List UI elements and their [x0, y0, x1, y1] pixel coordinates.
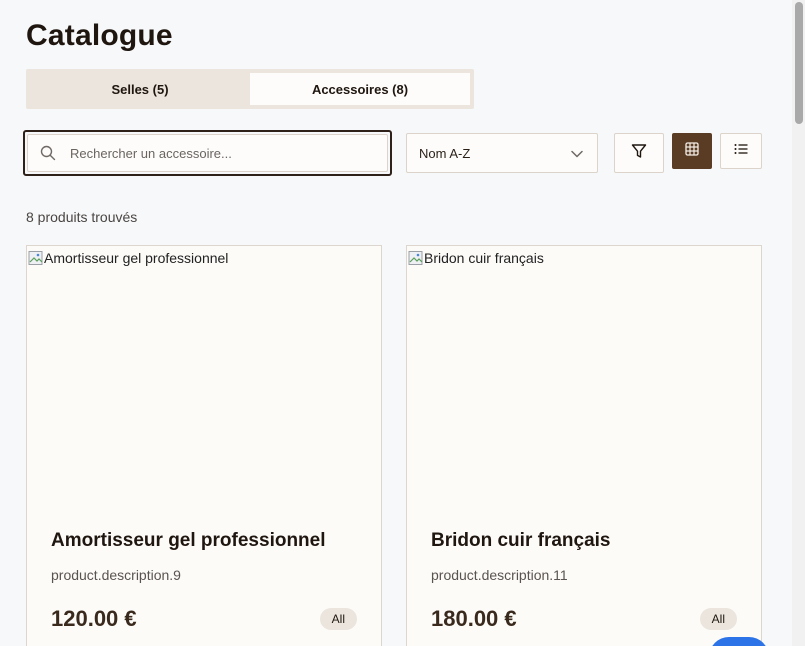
- search-box: [23, 130, 392, 176]
- tab-selles[interactable]: Selles (5): [30, 73, 250, 105]
- product-image: Amortisseur gel professionnel: [27, 246, 381, 502]
- product-badge: All: [699, 608, 737, 630]
- product-card[interactable]: Amortisseur gel professionnel Amortisseu…: [26, 245, 382, 646]
- sort-select-value: Nom A-Z: [419, 145, 471, 161]
- product-image-alt: Bridon cuir français: [424, 250, 544, 266]
- filter-icon: [631, 143, 647, 164]
- grid-view-button[interactable]: [672, 133, 712, 169]
- product-badge: All: [319, 608, 357, 630]
- catalogue-tabs: Selles (5) Accessoires (8): [26, 69, 474, 109]
- page-title: Catalogue: [26, 19, 173, 52]
- product-price: 120.00 €: [51, 606, 137, 631]
- list-icon: [734, 142, 748, 160]
- broken-image-icon: [408, 250, 424, 266]
- chevron-down-icon: [571, 146, 583, 161]
- grid-icon: [685, 141, 699, 161]
- sort-select[interactable]: Nom A-Z: [406, 133, 598, 173]
- product-price: 180.00 €: [431, 606, 517, 631]
- product-description: product.description.11: [431, 567, 568, 583]
- product-description: product.description.9: [51, 567, 181, 583]
- product-image-alt: Amortisseur gel professionnel: [44, 250, 229, 266]
- search-input[interactable]: [70, 145, 360, 161]
- scrollbar[interactable]: [792, 0, 805, 646]
- product-name[interactable]: Amortisseur gel professionnel: [51, 530, 326, 552]
- search-icon: [40, 144, 58, 162]
- product-image: Bridon cuir français: [407, 246, 761, 502]
- product-card[interactable]: Bridon cuir français Bridon cuir françai…: [406, 245, 762, 646]
- scrollbar-thumb[interactable]: [795, 2, 803, 124]
- tab-accessoires[interactable]: Accessoires (8): [250, 73, 470, 105]
- broken-image-icon: [28, 250, 44, 266]
- product-name[interactable]: Bridon cuir français: [431, 530, 611, 552]
- result-count: 8 produits trouvés: [26, 209, 138, 225]
- list-view-button[interactable]: [720, 133, 762, 169]
- search-field: [27, 134, 388, 172]
- filter-button[interactable]: [614, 133, 664, 173]
